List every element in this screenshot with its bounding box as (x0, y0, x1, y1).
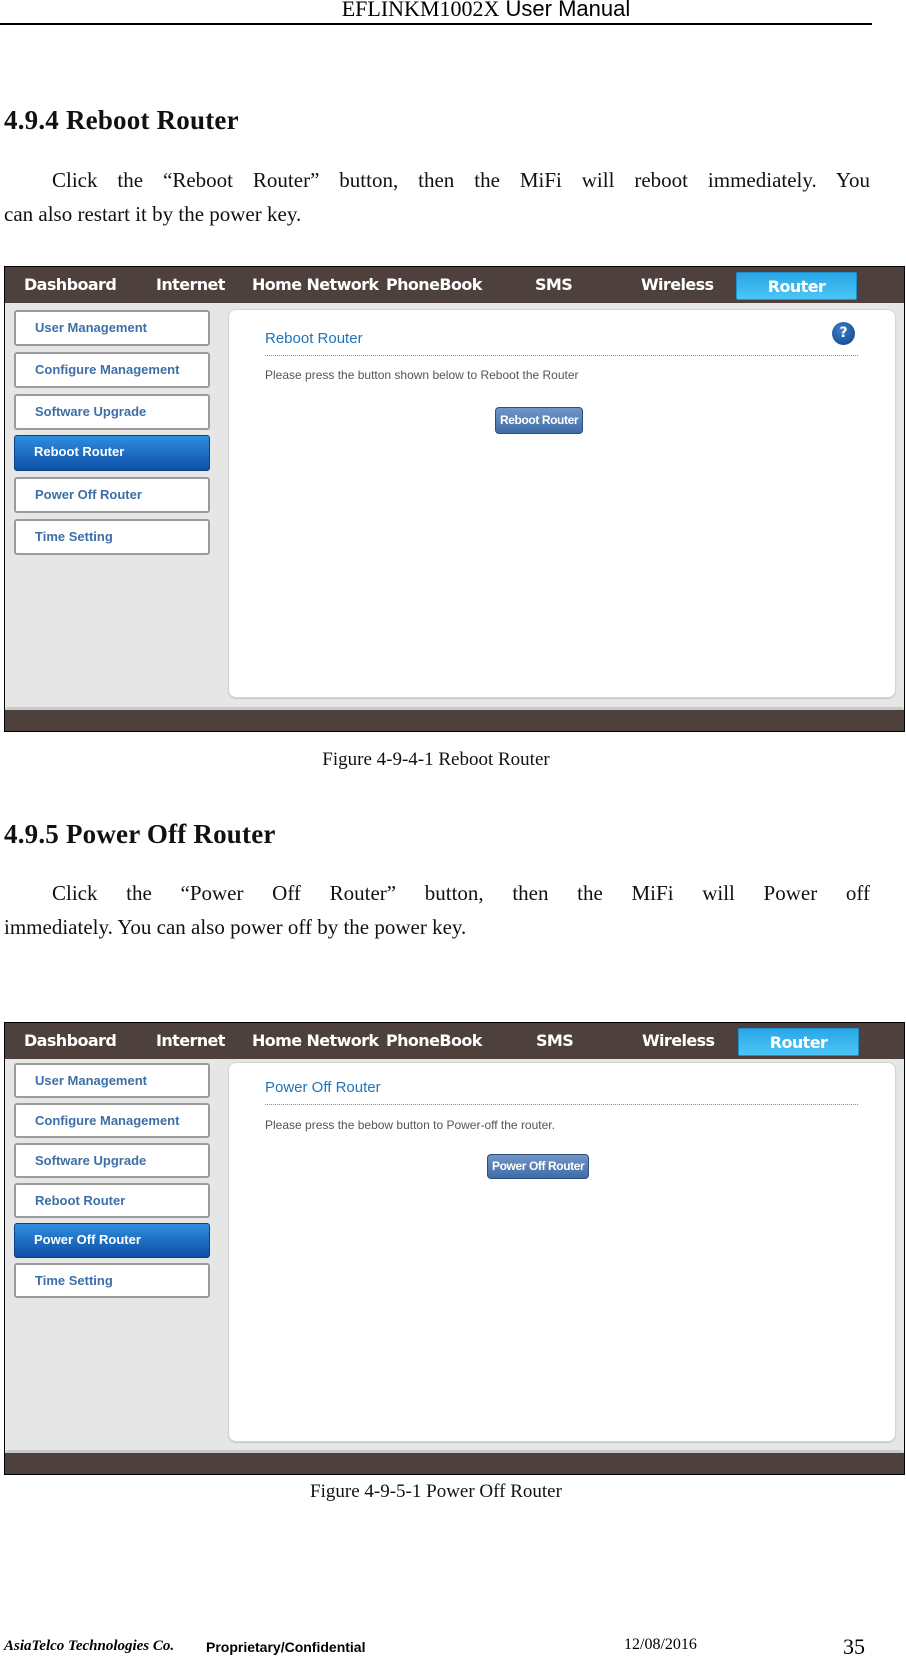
panel-description: Please press the button shown below to R… (265, 368, 579, 382)
sidebar-item-configure-management[interactable]: Configure Management (14, 352, 210, 388)
nav-tab-internet[interactable]: Internet (156, 1023, 225, 1059)
page-footer: AsiaTelco Technologies Co. Proprietary/C… (0, 1634, 906, 1657)
nav-tab-dashboard[interactable]: Dashboard (24, 1023, 117, 1059)
sidebar-item-time-setting[interactable]: Time Setting (14, 519, 210, 555)
footer-confidentiality: Proprietary/Confidential (206, 1639, 366, 1655)
nav-tab-router[interactable]: Router (738, 1028, 859, 1056)
panel-description: Please press the bebow button to Power-o… (265, 1118, 555, 1132)
nav-tab-wireless[interactable]: Wireless (642, 1023, 715, 1059)
sidebar-item-software-upgrade[interactable]: Software Upgrade (14, 1143, 210, 1178)
figure-caption-power-off-router: Figure 4-9-5-1 Power Off Router (310, 1481, 562, 1502)
power-off-router-button[interactable]: Power Off Router (487, 1154, 590, 1179)
section-heading-reboot-router: 4.9.4 Reboot Router (4, 105, 239, 135)
sidebar-item-configure-management[interactable]: Configure Management (14, 1103, 210, 1138)
sidebar-item-user-management[interactable]: User Management (14, 1063, 210, 1098)
sidebar-item-user-management[interactable]: User Management (14, 310, 210, 346)
footer-date: 12/08/2016 (624, 1636, 697, 1653)
manual-title-suffix: User Manual (505, 0, 631, 21)
nav-tab-phonebook[interactable]: PhoneBook (386, 267, 482, 303)
section-heading-power-off-router: 4.9.5 Power Off Router (4, 819, 276, 849)
ui-footer-bar (5, 707, 904, 731)
sidebar-item-time-setting[interactable]: Time Setting (14, 1263, 210, 1298)
top-nav-bar: Dashboard Internet Home Network PhoneBoo… (5, 267, 904, 303)
content-panel: Power Off Router Please press the bebow … (228, 1062, 896, 1442)
nav-tab-router[interactable]: Router (736, 272, 857, 300)
reboot-router-button[interactable]: Reboot Router (495, 407, 584, 434)
sidebar-item-reboot-router[interactable]: Reboot Router (14, 1183, 210, 1218)
page-header: EFLINKM1002X User Manual (0, 0, 872, 25)
nav-tab-home-network[interactable]: Home Network (252, 1023, 379, 1059)
footer-company: AsiaTelco Technologies Co. (4, 1638, 175, 1654)
ui-footer-bar (5, 1450, 904, 1474)
nav-tab-home-network[interactable]: Home Network (252, 267, 379, 303)
top-nav-bar: Dashboard Internet Home Network PhoneBoo… (5, 1023, 904, 1059)
panel-divider (265, 355, 858, 356)
sidebar-item-software-upgrade[interactable]: Software Upgrade (14, 394, 210, 430)
help-icon[interactable]: ? (832, 322, 855, 345)
reboot-router-screenshot: Dashboard Internet Home Network PhoneBoo… (4, 266, 905, 732)
sidebar-item-reboot-router[interactable]: Reboot Router (14, 435, 210, 471)
panel-title: Reboot Router (265, 330, 363, 347)
power-off-router-screenshot: Dashboard Internet Home Network PhoneBoo… (4, 1022, 905, 1475)
section-paragraph-power-off-router: Click the “Power Off Router” button, the… (4, 881, 870, 939)
sidebar-item-power-off-router[interactable]: Power Off Router (14, 477, 210, 513)
nav-tab-sms[interactable]: SMS (535, 267, 573, 303)
nav-tab-internet[interactable]: Internet (156, 267, 225, 303)
sidebar-item-power-off-router[interactable]: Power Off Router (14, 1223, 210, 1258)
content-panel: Reboot Router ? Please press the button … (228, 309, 896, 698)
panel-divider (265, 1104, 858, 1105)
panel-title: Power Off Router (265, 1079, 381, 1096)
nav-tab-sms[interactable]: SMS (536, 1023, 574, 1059)
figure-caption-reboot-router: Figure 4-9-4-1 Reboot Router (322, 749, 550, 770)
nav-tab-dashboard[interactable]: Dashboard (24, 267, 117, 303)
manual-title-model: EFLINKM1002X (341, 0, 500, 21)
nav-tab-phonebook[interactable]: PhoneBook (386, 1023, 482, 1059)
nav-tab-wireless[interactable]: Wireless (641, 267, 714, 303)
page-number: 35 (843, 1634, 865, 1657)
section-paragraph-reboot-router: Click the “Reboot Router” button, then t… (4, 168, 870, 226)
